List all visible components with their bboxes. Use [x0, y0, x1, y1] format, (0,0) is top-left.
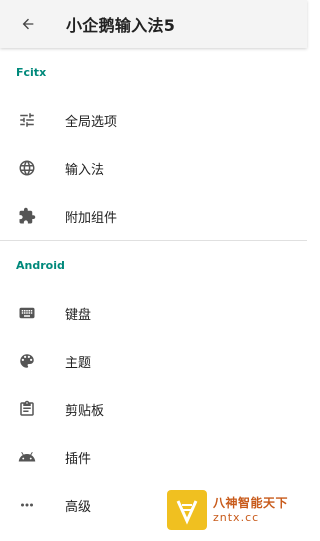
settings-item-label: 剪贴板 — [65, 403, 105, 419]
more-horiz-icon — [16, 494, 38, 516]
settings-list: Fcitx 全局选项 输入法 附加组件 Android 键盘 主题 剪贴板 插件… — [0, 48, 307, 529]
globe-icon — [16, 157, 38, 179]
settings-item-keyboard[interactable]: 键盘 — [0, 289, 307, 337]
settings-item-clipboard[interactable]: 剪贴板 — [0, 385, 307, 433]
watermark-name: 八神智能天下 — [213, 496, 289, 510]
tune-icon — [16, 109, 38, 131]
app-bar: 小企鹅输入法5 — [0, 0, 307, 48]
settings-item-global-options[interactable]: 全局选项 — [0, 96, 307, 144]
settings-item-input-method[interactable]: 输入法 — [0, 144, 307, 192]
settings-item-label: 附加组件 — [65, 210, 118, 226]
settings-item-label: 输入法 — [65, 162, 105, 178]
section-header-android: Android — [16, 258, 65, 272]
palette-icon — [16, 350, 38, 372]
settings-item-label: 键盘 — [65, 307, 92, 323]
settings-item-addons[interactable]: 附加组件 — [0, 192, 307, 240]
settings-item-theme[interactable]: 主题 — [0, 337, 307, 385]
arrow-back-icon — [22, 18, 34, 30]
clipboard-icon — [16, 398, 38, 420]
watermark: 八神智能天下 zntx.cc — [167, 490, 303, 530]
page-title: 小企鹅输入法5 — [66, 16, 176, 35]
watermark-url: zntx.cc — [213, 511, 260, 524]
settings-item-plugins[interactable]: 插件 — [0, 433, 307, 481]
watermark-logo — [167, 490, 207, 530]
android-icon — [16, 446, 38, 468]
settings-item-label: 高级 — [65, 499, 92, 515]
settings-item-label: 插件 — [65, 451, 92, 467]
extension-icon — [16, 205, 38, 227]
back-button[interactable] — [0, 0, 56, 48]
section-header-fcitx: Fcitx — [16, 65, 47, 79]
keyboard-icon — [16, 302, 38, 324]
settings-item-label: 全局选项 — [65, 114, 118, 130]
settings-item-label: 主题 — [65, 355, 92, 371]
